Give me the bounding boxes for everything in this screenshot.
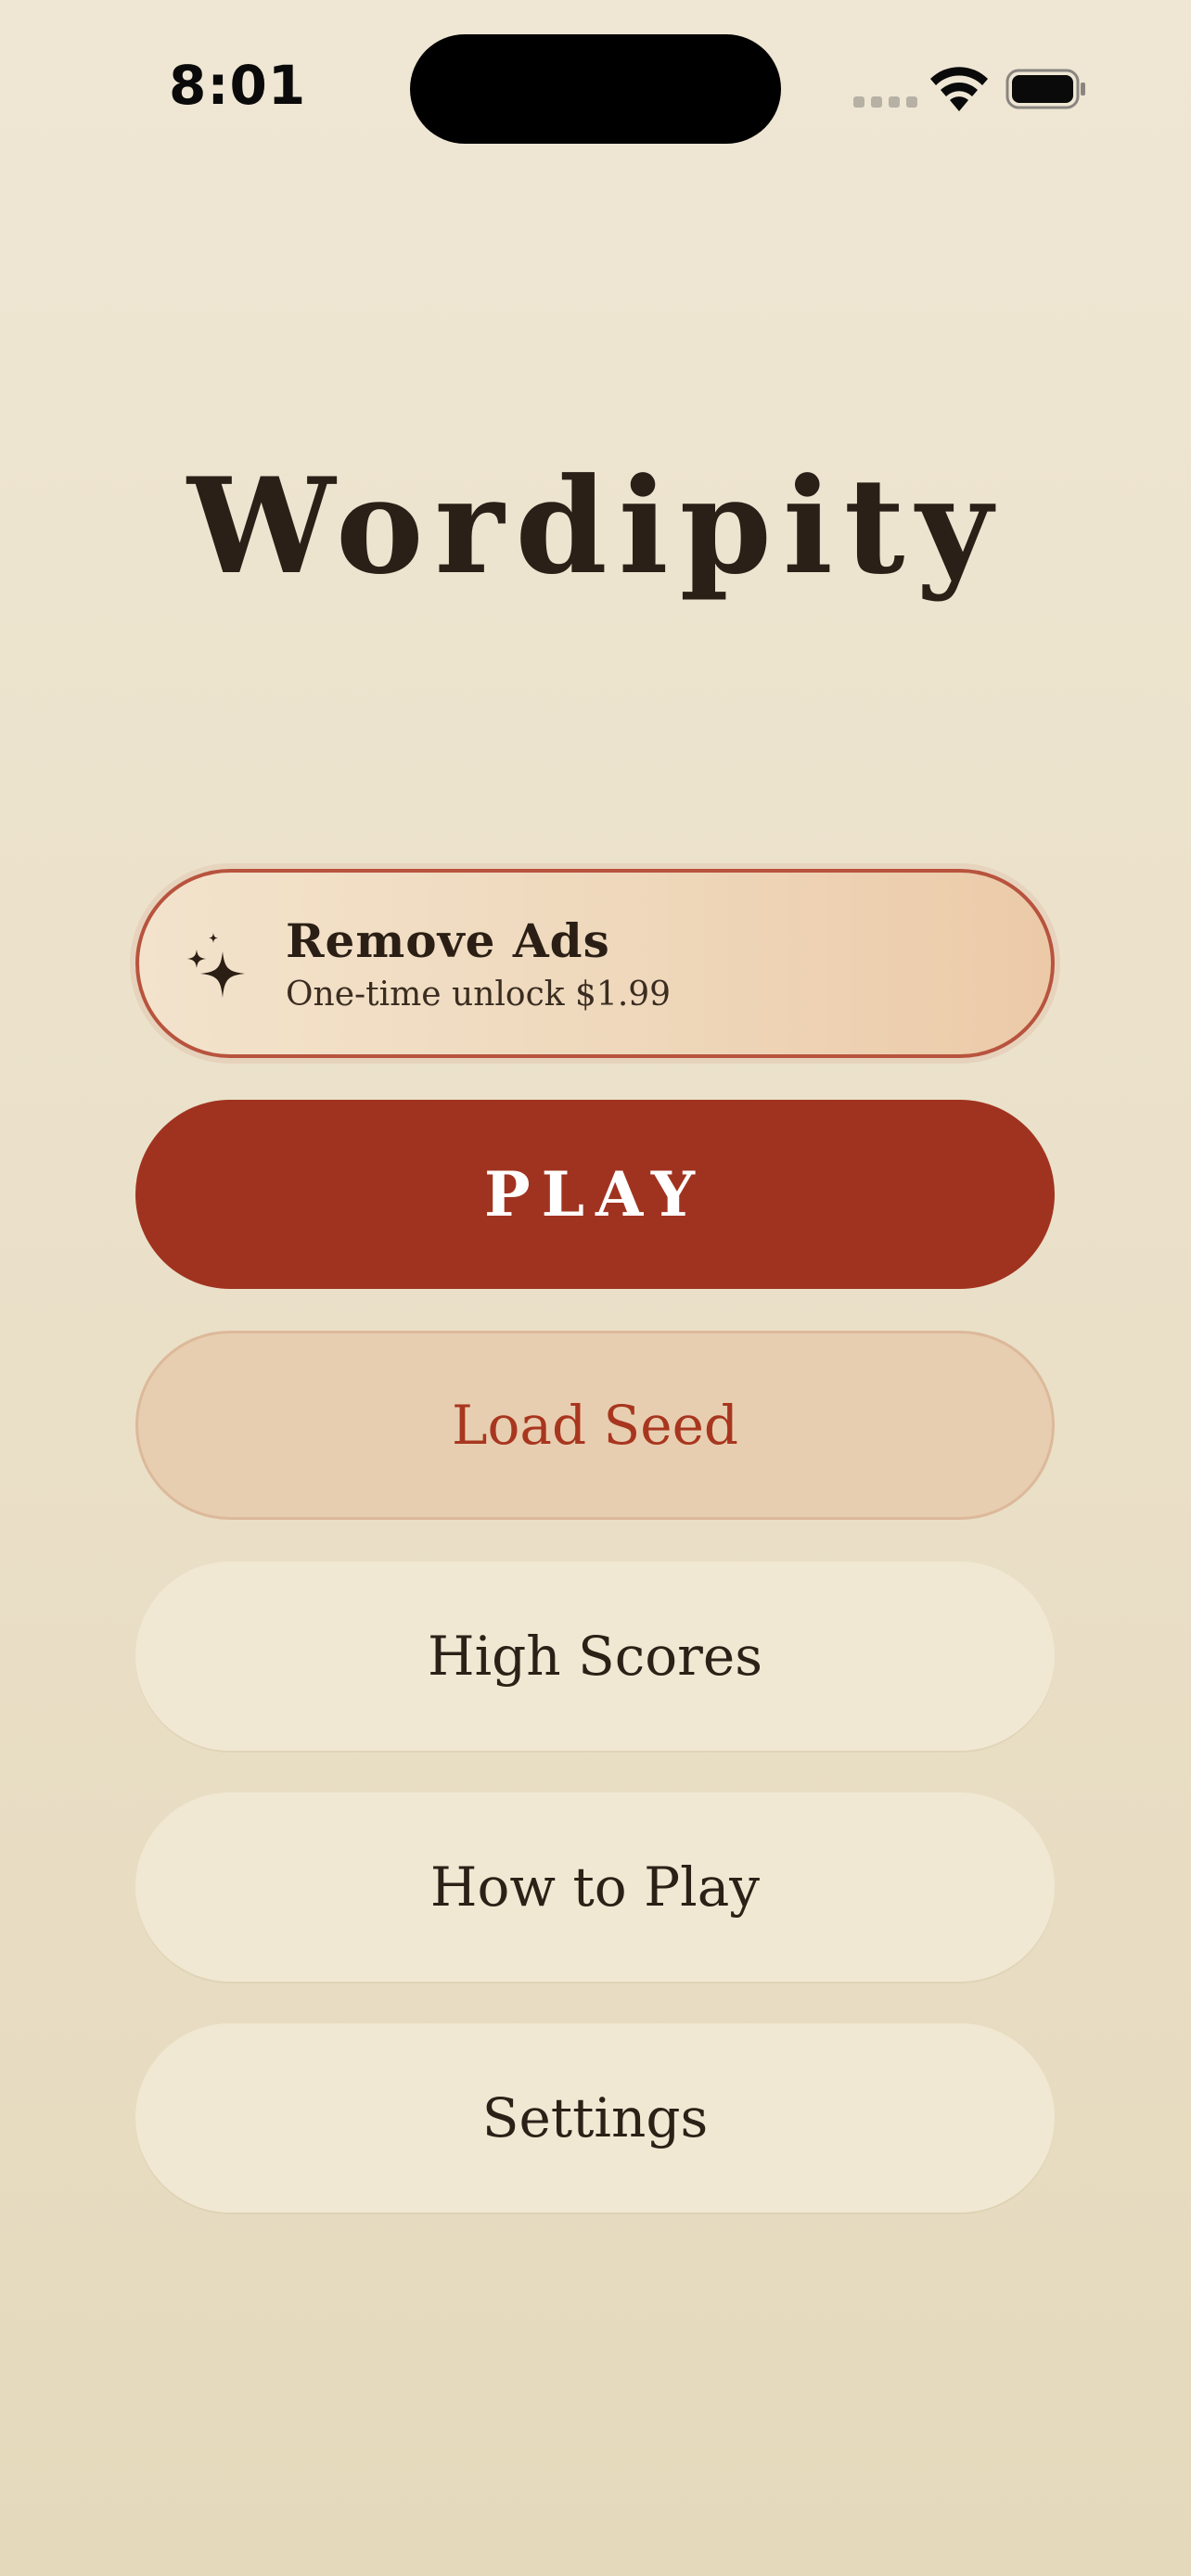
main-menu: Remove Ads One-time unlock $1.99 PLAY Lo… <box>135 869 1055 2254</box>
high-scores-button[interactable]: High Scores <box>135 1562 1055 1751</box>
status-bar: 8:01 <box>0 0 1191 176</box>
battery-icon <box>1005 69 1085 109</box>
load-seed-button[interactable]: Load Seed <box>135 1331 1055 1520</box>
wifi-icon <box>930 67 988 111</box>
remove-ads-button[interactable]: Remove Ads One-time unlock $1.99 <box>135 869 1055 1058</box>
cellular-signal-icon <box>853 96 917 108</box>
play-button[interactable]: PLAY <box>135 1100 1055 1289</box>
remove-ads-title: Remove Ads <box>286 913 610 968</box>
sparkle-icon <box>187 933 245 998</box>
settings-button[interactable]: Settings <box>135 2023 1055 2213</box>
remove-ads-price: One-time unlock $1.99 <box>286 976 672 1014</box>
remove-ads-text: Remove Ads One-time unlock $1.99 <box>286 913 671 1014</box>
how-to-play-button[interactable]: How to Play <box>135 1792 1055 1982</box>
status-time: 8:01 <box>169 54 307 117</box>
dynamic-island <box>410 34 781 144</box>
app-title: Wordipity <box>187 450 1004 604</box>
